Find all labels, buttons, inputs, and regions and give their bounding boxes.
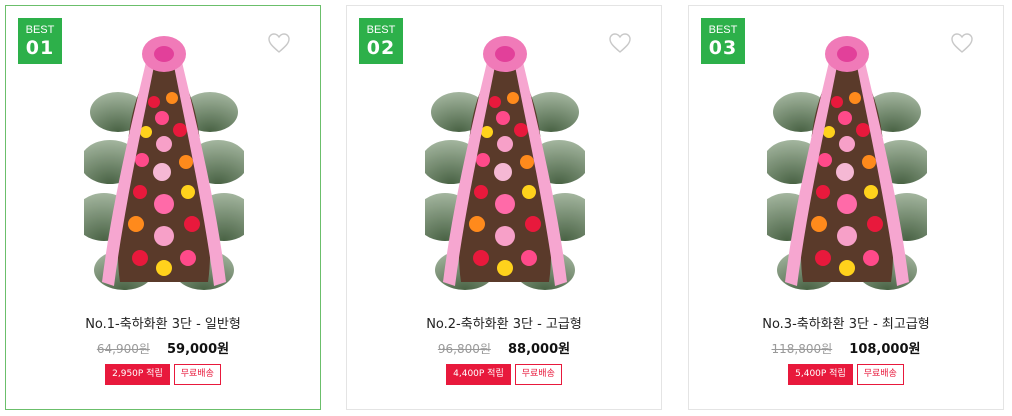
best-badge: BEST 03 [701,18,745,64]
free-shipping-tag: 무료배송 [514,364,562,385]
price-row: 96,800원 88,000원 [347,338,661,357]
product-card-2[interactable]: BEST 02 No.2-축하화환 3단 - 고급형 96,800원 88,00… [346,5,662,410]
product-title[interactable]: No.1-축하화환 3단 - 일반형 [6,313,320,332]
best-badge: BEST 02 [359,18,403,64]
heart-outline-icon[interactable] [267,32,291,54]
badge-rank: 02 [366,37,396,59]
badge-rank: 01 [25,37,55,59]
sale-price: 88,000원 [507,342,571,357]
point-tag: 2,950P 적립 [105,364,170,385]
sale-price: 108,000원 [849,342,921,357]
original-price: 64,900원 [96,342,150,356]
badge-label: BEST [25,24,55,36]
original-price: 96,800원 [437,342,491,356]
free-shipping-tag: 무료배송 [856,364,904,385]
price-row: 64,900원 59,000원 [6,338,320,357]
product-image[interactable] [425,32,585,300]
badge-label: BEST [366,24,396,36]
point-tag: 4,400P 적립 [446,364,511,385]
point-tag: 5,400P 적립 [788,364,853,385]
product-image[interactable] [84,32,244,300]
badge-rank: 03 [708,37,738,59]
product-card-3[interactable]: BEST 03 No.3-축하화환 3단 - 최고급형 118,800원 108… [688,5,1004,410]
original-price: 118,800원 [771,342,833,356]
product-image[interactable] [767,32,927,300]
heart-outline-icon[interactable] [608,32,632,54]
tag-row: 2,950P 적립 무료배송 [6,364,320,385]
tag-row: 5,400P 적립 무료배송 [689,364,1003,385]
product-card-1[interactable]: BEST 01 No.1-축하화환 3단 - 일반형 64,900원 59,00… [5,5,321,410]
heart-outline-icon[interactable] [950,32,974,54]
sale-price: 59,000원 [166,342,230,357]
free-shipping-tag: 무료배송 [173,364,221,385]
product-title[interactable]: No.2-축하화환 3단 - 고급형 [347,313,661,332]
price-row: 118,800원 108,000원 [689,338,1003,357]
tag-row: 4,400P 적립 무료배송 [347,364,661,385]
product-title[interactable]: No.3-축하화환 3단 - 최고급형 [689,313,1003,332]
best-badge: BEST 01 [18,18,62,64]
badge-label: BEST [708,24,738,36]
